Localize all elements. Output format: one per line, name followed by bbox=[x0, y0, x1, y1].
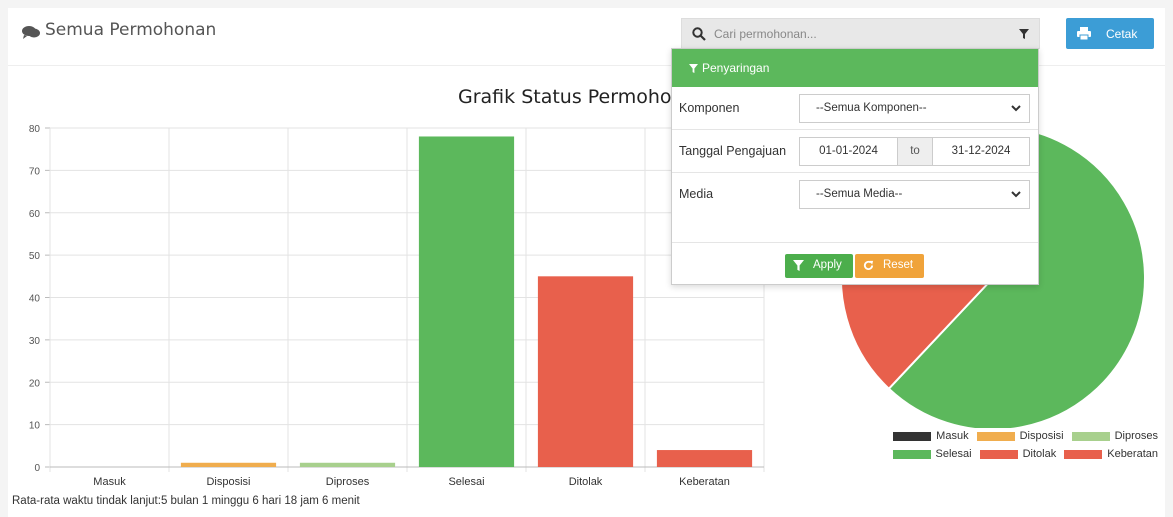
y-tick-label: 70 bbox=[29, 166, 41, 177]
average-followup-time: Rata-rata waktu tindak lanjut:5 bulan 1 … bbox=[12, 495, 360, 507]
y-tick-label: 0 bbox=[34, 463, 40, 474]
legend-swatch bbox=[892, 449, 931, 459]
filter-popup-header: Penyaringan bbox=[672, 49, 1038, 87]
apply-button-label: Apply bbox=[813, 259, 842, 271]
y-tick-label: 10 bbox=[29, 421, 41, 432]
filter-toggle-button[interactable] bbox=[1009, 19, 1039, 48]
y-tick-label: 40 bbox=[29, 294, 41, 305]
legend-item-masuk[interactable]: Masuk bbox=[893, 430, 969, 442]
chevron-down-icon bbox=[1011, 191, 1021, 198]
date-to-input[interactable]: 31-12-2024 bbox=[932, 137, 1030, 166]
filter-popup-footer: Apply Reset bbox=[672, 242, 1038, 284]
legend-swatch bbox=[1064, 449, 1103, 459]
x-tick-label: Keberatan bbox=[679, 476, 730, 488]
date-range-separator: to bbox=[897, 137, 933, 166]
bar-diproses bbox=[299, 462, 396, 467]
komponen-select-value: --Semua Komponen-- bbox=[816, 102, 927, 114]
bar-keberatan bbox=[656, 450, 753, 467]
print-icon bbox=[1077, 27, 1091, 40]
search-input[interactable] bbox=[714, 19, 1004, 48]
y-tick-label: 20 bbox=[29, 378, 41, 389]
x-tick-label: Selesai bbox=[448, 476, 484, 488]
reset-button[interactable]: Reset bbox=[855, 254, 924, 278]
chart-title: Grafik Status Permohonan bbox=[458, 86, 708, 108]
date-from-input[interactable]: 01-01-2024 bbox=[799, 137, 898, 166]
legend-label: Disposisi bbox=[1019, 430, 1064, 442]
filter-row-media: Media --Semua Media-- bbox=[672, 173, 1038, 216]
x-tick-label: Disposisi bbox=[206, 476, 250, 488]
x-tick-label: Ditolak bbox=[569, 476, 603, 488]
x-tick-label: Masuk bbox=[93, 476, 126, 488]
print-button-label: Cetak bbox=[1106, 27, 1138, 41]
legend-item-disposisi[interactable]: Disposisi bbox=[976, 430, 1064, 442]
komponen-select[interactable]: --Semua Komponen-- bbox=[799, 94, 1030, 123]
legend-label: Selesai bbox=[935, 448, 972, 460]
y-tick-label: 60 bbox=[29, 209, 41, 220]
legend-swatch bbox=[976, 431, 1015, 441]
page-title: Semua Permohonan bbox=[45, 20, 217, 40]
media-select[interactable]: --Semua Media-- bbox=[799, 180, 1030, 209]
chevron-down-icon bbox=[1011, 105, 1021, 112]
legend-swatch bbox=[979, 449, 1018, 459]
reset-button-label: Reset bbox=[883, 259, 914, 271]
tanggal-label: Tanggal Pengajuan bbox=[679, 144, 787, 158]
bar-chart: 0 10 20 30 40 50 60 70 80 Masuk Disposisi Diproses S… bbox=[29, 124, 765, 488]
legend-label: Masuk bbox=[936, 430, 969, 442]
y-tick-label: 30 bbox=[29, 336, 41, 347]
legend-label: Diproses bbox=[1114, 430, 1158, 442]
media-select-value: --Semua Media-- bbox=[816, 188, 903, 200]
legend-item-selesai[interactable]: Selesai bbox=[892, 448, 972, 460]
comments-icon bbox=[22, 26, 40, 39]
komponen-label: Komponen bbox=[679, 101, 740, 115]
filter-popup: Penyaringan Komponen --Semua Komponen-- … bbox=[671, 48, 1039, 285]
filter-row-komponen: Komponen --Semua Komponen-- bbox=[672, 87, 1038, 130]
pie-legend: Masuk Disposisi Diproses Selesai Ditolak Kebe… bbox=[838, 428, 1158, 464]
y-tick-label: 80 bbox=[29, 124, 41, 135]
legend-row: Selesai Ditolak Keberatan bbox=[838, 446, 1158, 462]
x-tick-label: Diproses bbox=[326, 476, 370, 488]
search-icon bbox=[692, 27, 706, 41]
y-tick-label: 50 bbox=[29, 251, 41, 262]
refresh-icon bbox=[863, 260, 874, 270]
print-button[interactable]: Cetak bbox=[1066, 18, 1154, 49]
legend-item-diproses[interactable]: Diproses bbox=[1071, 430, 1158, 442]
filter-icon bbox=[793, 260, 804, 271]
search-box bbox=[681, 18, 1040, 49]
legend-item-keberatan[interactable]: Keberatan bbox=[1064, 448, 1158, 460]
bar-selesai bbox=[418, 136, 515, 467]
legend-label: Keberatan bbox=[1107, 448, 1158, 460]
bar-disposisi bbox=[180, 462, 277, 467]
filter-row-tanggal: Tanggal Pengajuan 01-01-2024 to 31-12-20… bbox=[672, 130, 1038, 173]
bar-ditolak bbox=[537, 276, 634, 467]
legend-row: Masuk Disposisi Diproses bbox=[838, 428, 1158, 444]
media-label: Media bbox=[679, 187, 714, 201]
main-panel: Semua Permohonan Cetak Grafik Status Per… bbox=[8, 8, 1165, 517]
apply-button[interactable]: Apply bbox=[785, 254, 853, 278]
legend-item-ditolak[interactable]: Ditolak bbox=[979, 448, 1057, 460]
filter-popup-title: Penyaringan bbox=[702, 61, 770, 75]
legend-swatch bbox=[1071, 431, 1110, 441]
filter-icon bbox=[1019, 28, 1029, 39]
legend-swatch bbox=[893, 431, 932, 441]
filter-icon bbox=[689, 63, 698, 73]
legend-label: Ditolak bbox=[1022, 448, 1057, 460]
